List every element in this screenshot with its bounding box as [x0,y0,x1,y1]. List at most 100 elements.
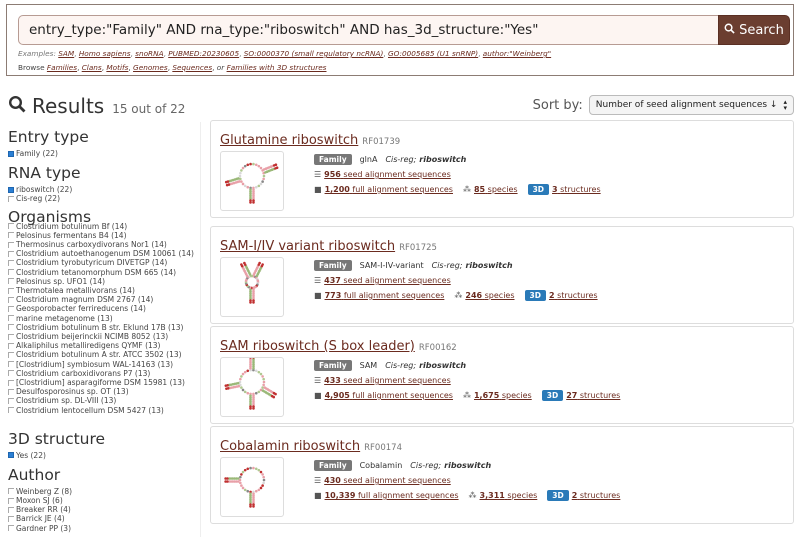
species-link[interactable]: 85 species [474,185,518,194]
facet-option[interactable]: Yes (22) [8,451,198,460]
card-title-link[interactable]: Glutamine riboswitch [220,133,358,148]
facet-option[interactable]: [Clostridium] symbiosum WAL-14163 (13) [8,360,198,369]
checkbox-checked[interactable] [8,186,14,193]
facet-option[interactable]: Clostridium tyrobutyricum DIVETGP (14) [8,258,198,267]
example-link[interactable]: author:"Weinberg" [483,49,551,58]
checkbox-unchecked[interactable] [8,232,14,239]
example-link[interactable]: SO:0000370 (small regulatory ncRNA) [244,49,384,58]
checkbox-unchecked[interactable] [8,379,14,386]
facet-option[interactable]: Geosporobacter ferrireducens (14) [8,304,198,313]
browse-link-motifs[interactable]: Motifs [106,63,128,72]
structures-link[interactable]: 27 structures [566,391,620,400]
browse-link-clans[interactable]: Clans [82,63,102,72]
search-input[interactable]: entry_type:"Family" AND rna_type:"ribosw… [18,15,718,45]
checkbox-unchecked[interactable] [8,488,14,495]
checkbox-unchecked[interactable] [8,250,14,257]
example-link[interactable]: snoRNA [135,49,163,58]
checkbox-unchecked[interactable] [8,324,14,331]
full-alignment-link[interactable]: 10,339 full alignment sequences [325,491,459,500]
facet-option[interactable]: [Clostridium] asparagiforme DSM 15981 (1… [8,378,198,387]
checkbox-unchecked[interactable] [8,352,14,359]
facet-option[interactable]: Weinberg Z (8) [8,487,198,496]
checkbox-unchecked[interactable] [8,398,14,405]
species-link[interactable]: 1,675 species [474,391,532,400]
facet-option[interactable]: Thermosinus carboxydivorans Nor1 (14) [8,240,198,249]
checkbox-checked[interactable] [8,452,14,459]
checkbox-unchecked[interactable] [8,333,14,340]
facet-option[interactable]: Clostridium botulinum B str. Eklund 17B … [8,323,198,332]
facet-option[interactable]: marine metagenome (13) [8,314,198,323]
example-link[interactable]: Homo sapiens [79,49,131,58]
facet-option[interactable]: Barrick JE (4) [8,514,198,523]
facet-option[interactable]: Clostridium beijerinckii NCIMB 8052 (13) [8,332,198,341]
seed-link[interactable]: 956 seed alignment sequences [324,170,451,179]
structures-link[interactable]: 2 structures [549,291,598,300]
facet-option[interactable]: Clostridium sp. DL-VIII (13) [8,396,198,405]
example-link[interactable]: PUBMED:20230605 [168,49,239,58]
checkbox-unchecked[interactable] [8,525,14,532]
facet-option[interactable]: Alkaliphilus metalliredigens QYMF (13) [8,341,198,350]
checkbox-unchecked[interactable] [8,269,14,276]
facet-option[interactable]: Pelosinus sp. UFO1 (14) [8,277,198,286]
example-link[interactable]: GO:0005685 (U1 snRNP) [388,49,478,58]
facet-option[interactable]: Thermotalea metallivorans (14) [8,286,198,295]
checkbox-unchecked[interactable] [8,241,14,248]
checkbox-unchecked[interactable] [8,361,14,368]
facet-option[interactable]: Breaker RR (4) [8,505,198,514]
seed-link[interactable]: 433 seed alignment sequences [324,376,451,385]
facet-option[interactable]: Family (22) [8,149,198,158]
species-link[interactable]: 246 species [465,291,514,300]
facet-option[interactable]: Clostridium botulinum A str. ATCC 3502 (… [8,350,198,359]
browse-link-3d-families[interactable]: Families with 3D structures [227,63,327,72]
checkbox-unchecked[interactable] [8,516,14,523]
full-alignment-link[interactable]: 773 full alignment sequences [325,291,445,300]
checkbox-unchecked[interactable] [8,306,14,313]
secondary-structure-thumbnail[interactable] [220,354,284,417]
facet-option[interactable]: Pelosinus fermentans B4 (14) [8,231,198,240]
checkbox-unchecked[interactable] [8,407,14,414]
seed-link[interactable]: 430 seed alignment sequences [324,476,451,485]
facet-option[interactable]: Clostridium lentocellum DSM 5427 (13) [8,406,198,415]
facet-option[interactable]: Clostridium botulinum Bf (14) [8,222,198,231]
card-title-link[interactable]: Cobalamin riboswitch [220,439,360,454]
facet-option[interactable]: Cis-reg (22) [8,194,198,203]
facet-option[interactable]: Clostridium tetanomorphum DSM 665 (14) [8,268,198,277]
facet-option[interactable]: Clostridium autoethanogenum DSM 10061 (1… [8,249,198,258]
secondary-structure-thumbnail[interactable] [220,151,284,211]
organisms-scroll-list[interactable]: Clostridium botulinum Bf (14) Pelosinus … [8,222,198,422]
checkbox-unchecked[interactable] [8,388,14,395]
checkbox-unchecked[interactable] [8,287,14,294]
checkbox-unchecked[interactable] [8,260,14,267]
checkbox-unchecked[interactable] [8,370,14,377]
browse-link-families[interactable]: Families [47,63,77,72]
sort-select[interactable]: Number of seed alignment sequences ↓ ▴ ▾ [588,95,794,115]
facet-option[interactable]: riboswitch (22) [8,185,198,194]
structures-link[interactable]: 3 structures [552,185,601,194]
checkbox-checked[interactable] [8,150,14,157]
facet-option[interactable]: Clostridium carboxidivorans P7 (13) [8,369,198,378]
browse-link-genomes[interactable]: Genomes [133,63,168,72]
full-alignment-link[interactable]: 1,200 full alignment sequences [325,185,453,194]
checkbox-unchecked[interactable] [8,315,14,322]
full-alignment-link[interactable]: 4,905 full alignment sequences [325,391,453,400]
facet-option[interactable]: Gardner PP (3) [8,524,198,533]
secondary-structure-thumbnail[interactable] [220,257,284,317]
species-link[interactable]: 3,311 species [480,491,538,500]
checkbox-unchecked[interactable] [8,497,14,504]
checkbox-unchecked[interactable] [8,278,14,285]
secondary-structure-thumbnail[interactable] [220,457,284,517]
structures-link[interactable]: 2 structures [572,491,621,500]
checkbox-unchecked[interactable] [8,196,14,202]
card-title-link[interactable]: SAM-I/IV variant riboswitch [220,239,395,254]
seed-link[interactable]: 437 seed alignment sequences [324,276,451,285]
facet-option[interactable]: Clostridium magnum DSM 2767 (14) [8,295,198,304]
facet-option[interactable]: Moxon SJ (6) [8,496,198,505]
facet-option[interactable]: Desulfosporosinus sp. OT (13) [8,387,198,396]
search-button[interactable]: Search [718,15,790,45]
checkbox-unchecked[interactable] [8,296,14,303]
checkbox-unchecked[interactable] [8,223,14,230]
browse-link-sequences[interactable]: Sequences [172,63,212,72]
checkbox-unchecked[interactable] [8,506,14,513]
example-link[interactable]: SAM [58,49,74,58]
card-title-link[interactable]: SAM riboswitch (S box leader) [220,339,415,354]
